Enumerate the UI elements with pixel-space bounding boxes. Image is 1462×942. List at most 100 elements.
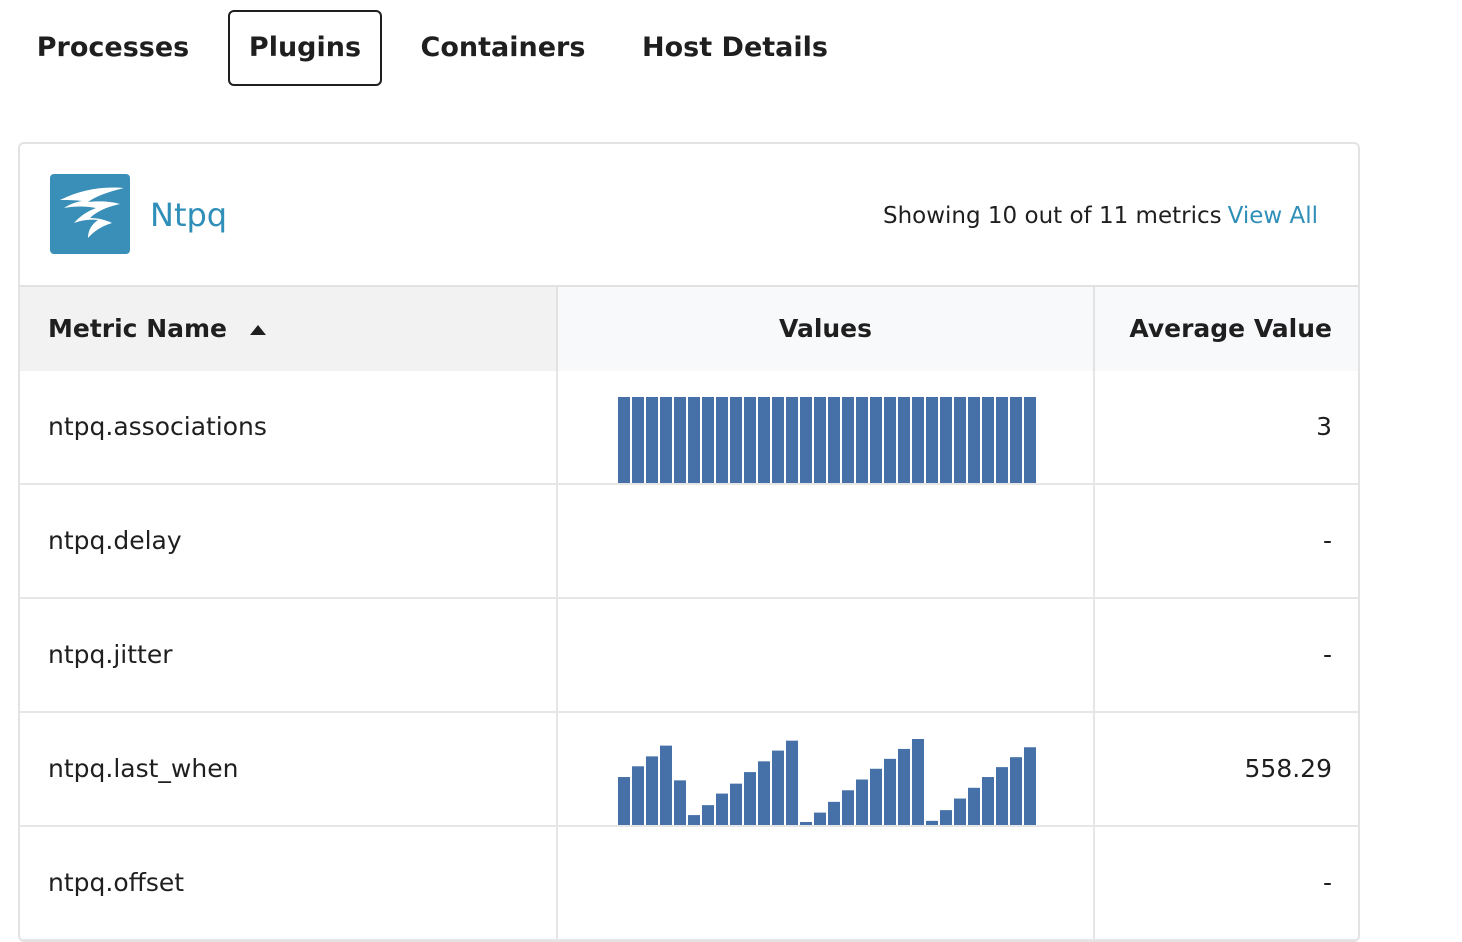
sparkline-bar bbox=[884, 758, 896, 825]
average-value: - bbox=[1322, 868, 1332, 897]
sparkline-bar bbox=[1024, 747, 1036, 825]
sparkline-bar bbox=[814, 812, 826, 825]
average-value: - bbox=[1322, 640, 1332, 669]
solarwinds-logo-icon bbox=[50, 174, 130, 254]
sparkline-bar bbox=[870, 768, 882, 825]
metrics-count-text: Showing 10 out of 11 metrics bbox=[882, 203, 1222, 229]
sparkline-bar bbox=[688, 397, 700, 483]
tab-bar: Processes Plugins Containers Host Detail… bbox=[0, 10, 1000, 86]
sparkline-bar bbox=[996, 397, 1008, 483]
sparkline-bar bbox=[730, 397, 742, 483]
sparkline-bar bbox=[730, 783, 742, 825]
sparkline-bar bbox=[772, 750, 784, 825]
sparkline-bar bbox=[688, 815, 700, 825]
sparkline-bar bbox=[856, 779, 868, 825]
metric-name[interactable]: ntpq.last_when bbox=[20, 713, 558, 825]
sparkline-bar bbox=[1024, 397, 1036, 483]
metric-name[interactable]: ntpq.jitter bbox=[20, 599, 558, 711]
sparkline-bar bbox=[800, 397, 812, 483]
sparkline-bar bbox=[632, 766, 644, 825]
column-header-values: Values bbox=[558, 287, 1095, 371]
metric-name[interactable]: ntpq.delay bbox=[20, 485, 558, 597]
sparkline-bar bbox=[702, 805, 714, 825]
sparkline-bar bbox=[744, 772, 756, 825]
sparkline-bar bbox=[786, 740, 798, 825]
sparkline-bar bbox=[618, 397, 630, 483]
table-row: ntpq.jitter - bbox=[20, 599, 1358, 713]
sparkline-bar bbox=[982, 397, 994, 483]
sparkline-bar bbox=[1010, 397, 1022, 483]
average-value: 3 bbox=[1316, 412, 1332, 441]
tab-plugins[interactable]: Plugins bbox=[228, 10, 382, 86]
table-row: ntpq.associations 3 bbox=[20, 371, 1358, 485]
sparkline-bar bbox=[898, 397, 910, 483]
sparkline-bar bbox=[646, 397, 658, 483]
column-header-label: Metric Name bbox=[48, 314, 228, 343]
sparkline-bar bbox=[996, 767, 1008, 825]
values-sparkline bbox=[558, 713, 1095, 825]
sparkline-bar bbox=[982, 777, 994, 825]
sparkline-bar bbox=[912, 739, 924, 825]
sparkline-bar bbox=[954, 798, 966, 825]
tab-processes[interactable]: Processes bbox=[29, 10, 197, 86]
sparkline-bar bbox=[968, 787, 980, 825]
table-row: ntpq.delay - bbox=[20, 485, 1358, 599]
sparkline-bar bbox=[660, 397, 672, 483]
metric-name[interactable]: ntpq.offset bbox=[20, 827, 558, 939]
sparkline-bar bbox=[800, 822, 812, 825]
sparkline-bar bbox=[1010, 757, 1022, 825]
sort-ascending-icon bbox=[249, 285, 266, 369]
sparkline-bar bbox=[674, 780, 686, 825]
sparkline-bar bbox=[660, 745, 672, 825]
sparkline-bar bbox=[702, 397, 714, 483]
sparkline-bar bbox=[842, 790, 854, 825]
sparkline-bar bbox=[646, 756, 658, 825]
column-header-metric-name[interactable]: Metric Name bbox=[20, 287, 558, 371]
sparkline-bar bbox=[814, 397, 826, 483]
sparkline-bar bbox=[632, 397, 644, 483]
average-value: - bbox=[1322, 526, 1332, 555]
values-sparkline bbox=[558, 827, 1095, 939]
plugin-card: Ntpq Showing 10 out of 11 metrics View Al… bbox=[18, 142, 1360, 942]
plugin-name[interactable]: Ntpq bbox=[150, 189, 227, 241]
sparkline-chart bbox=[618, 739, 1036, 825]
sparkline-bar bbox=[716, 397, 728, 483]
sparkline-bar bbox=[828, 397, 840, 483]
sparkline-bar bbox=[940, 810, 952, 825]
sparkline-bar bbox=[898, 748, 910, 825]
sparkline-bar bbox=[870, 397, 882, 483]
tab-host-details[interactable]: Host Details bbox=[635, 10, 835, 86]
sparkline-bar bbox=[758, 761, 770, 825]
column-header-average-value: Average Value bbox=[1095, 287, 1358, 371]
sparkline-bar bbox=[716, 793, 728, 825]
sparkline-chart bbox=[618, 397, 1036, 483]
sparkline-bar bbox=[828, 801, 840, 825]
sparkline-bar bbox=[926, 397, 938, 483]
sparkline-bar bbox=[772, 397, 784, 483]
sparkline-bar bbox=[912, 397, 924, 483]
table-header: Metric Name Values Average Value bbox=[20, 285, 1358, 371]
metrics-summary: Showing 10 out of 11 metrics View All bbox=[883, 196, 1318, 236]
sparkline-bar bbox=[884, 397, 896, 483]
sparkline-bar bbox=[842, 397, 854, 483]
sparkline-bar bbox=[926, 820, 938, 825]
sparkline-bar bbox=[674, 397, 686, 483]
sparkline-bar bbox=[758, 397, 770, 483]
values-sparkline bbox=[558, 485, 1095, 597]
tab-containers[interactable]: Containers bbox=[411, 10, 595, 86]
sparkline-chart bbox=[618, 853, 1038, 939]
sparkline-chart bbox=[618, 511, 1038, 597]
sparkline-bar bbox=[954, 397, 966, 483]
values-sparkline bbox=[558, 599, 1095, 711]
table-body: ntpq.associations 3 ntpq.delay - ntpq.ji… bbox=[20, 371, 1358, 940]
table-row: ntpq.last_when 558.29 bbox=[20, 713, 1358, 827]
sparkline-bar bbox=[856, 397, 868, 483]
sparkline-bar bbox=[786, 397, 798, 483]
metrics-table: Metric Name Values Average Value ntpq.as… bbox=[20, 285, 1358, 940]
view-all-link[interactable]: View All bbox=[1228, 203, 1318, 229]
values-sparkline bbox=[558, 371, 1095, 483]
metric-name[interactable]: ntpq.associations bbox=[20, 371, 558, 483]
plugin-card-header: Ntpq Showing 10 out of 11 metrics View Al… bbox=[20, 144, 1358, 286]
sparkline-chart bbox=[618, 625, 1038, 711]
sparkline-bar bbox=[618, 777, 630, 825]
